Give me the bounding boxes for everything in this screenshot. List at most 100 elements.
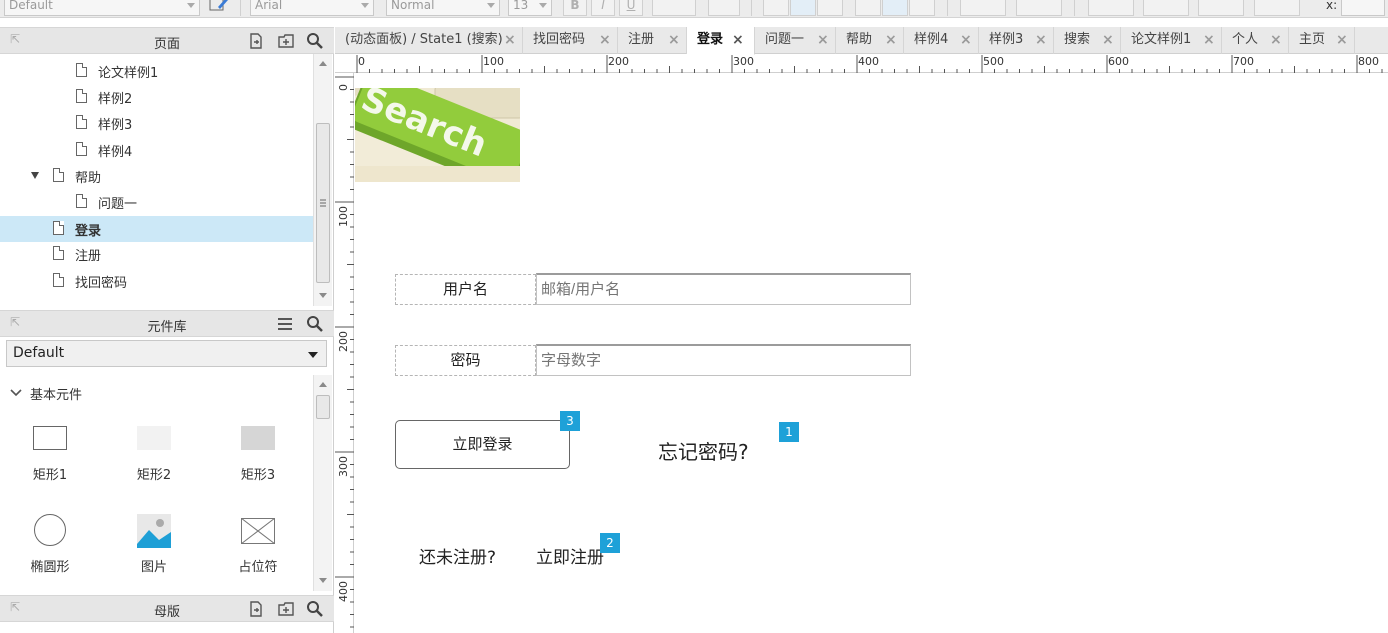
pages-scrollbar[interactable]	[313, 54, 332, 306]
close-icon[interactable]: ×	[817, 27, 829, 53]
align-left-button[interactable]	[763, 0, 789, 16]
add-folder-icon[interactable]	[277, 600, 295, 618]
page-item-paper-sample-1[interactable]: 论文样例1	[0, 58, 313, 84]
register-now-link[interactable]: 立即注册	[536, 543, 604, 568]
close-icon[interactable]: ×	[668, 27, 680, 53]
line-width-button[interactable]	[1143, 0, 1189, 16]
valign-top-button[interactable]	[855, 0, 881, 16]
align-center-button[interactable]	[790, 0, 816, 16]
widget-rectangle-3[interactable]: 矩形3	[218, 426, 298, 486]
search-key-image[interactable]: Search	[355, 88, 520, 182]
arrow-style-button[interactable]	[1254, 0, 1300, 16]
underline-button[interactable]: U	[619, 0, 643, 16]
forgot-password-link[interactable]: 忘记密码?	[658, 436, 749, 465]
font-color-button[interactable]	[652, 0, 696, 16]
tab-dynamic-panel-search[interactable]: (动态面板) / State1 (搜索) ×	[335, 27, 523, 54]
valign-bottom-button[interactable]	[909, 0, 935, 16]
search-icon[interactable]	[306, 600, 324, 618]
close-icon[interactable]: ×	[599, 27, 611, 53]
scroll-up-icon[interactable]	[319, 382, 327, 387]
page-item-sample-4[interactable]: 样例4	[0, 137, 313, 163]
font-weight-select[interactable]: Normal	[386, 0, 500, 16]
library-scrollbar[interactable]	[313, 375, 332, 591]
bold-button[interactable]: B	[563, 0, 587, 16]
tab-label: 注册	[628, 32, 655, 47]
menu-icon[interactable]	[276, 315, 294, 333]
horizontal-ruler[interactable]: 0 100 200 300 400 500 600 700 800	[335, 55, 1388, 73]
tab-find-password[interactable]: 找回密码 ×	[523, 27, 618, 54]
username-input[interactable]	[536, 273, 911, 305]
widget-placeholder[interactable]: 占位符	[218, 514, 298, 575]
list-button[interactable]	[708, 0, 740, 16]
tab-register[interactable]: 注册 ×	[618, 27, 687, 54]
line-style-button[interactable]	[1198, 0, 1244, 16]
widget-ellipse[interactable]: 椭圆形	[10, 514, 90, 575]
tab-sample-4[interactable]: 样例4 ×	[904, 27, 979, 54]
expand-triangle-icon[interactable]	[31, 172, 39, 179]
tab-paper-sample-1[interactable]: 论文样例1 ×	[1121, 27, 1222, 54]
tab-login[interactable]: 登录 ×	[687, 27, 755, 55]
line-color-button[interactable]	[1088, 0, 1134, 16]
fill-color-button[interactable]	[960, 0, 1006, 16]
page-item-login[interactable]: 登录	[0, 216, 313, 242]
add-master-icon[interactable]	[247, 600, 265, 618]
close-icon[interactable]: ×	[732, 27, 744, 53]
rectangle-gray-icon	[241, 426, 275, 450]
scroll-thumb[interactable]	[316, 123, 330, 283]
scroll-down-icon[interactable]	[319, 578, 327, 583]
tab-home[interactable]: 主页 ×	[1289, 27, 1355, 54]
ruler-label: 0	[358, 55, 365, 68]
close-icon[interactable]: ×	[1102, 27, 1114, 53]
page-icon	[53, 273, 64, 287]
page-item-sample-3[interactable]: 样例3	[0, 110, 313, 136]
scroll-up-icon[interactable]	[319, 61, 327, 66]
scroll-thumb[interactable]	[316, 395, 330, 419]
image-icon	[137, 514, 171, 548]
close-icon[interactable]: ×	[885, 27, 897, 53]
x-coordinate-input[interactable]	[1341, 0, 1385, 16]
vertical-ruler[interactable]: 0 100 200 300 400	[335, 73, 354, 633]
password-input[interactable]	[536, 344, 911, 376]
widget-label: 矩形1	[32, 468, 68, 483]
login-button[interactable]: 立即登录	[395, 420, 570, 469]
font-family-select[interactable]: Arial	[250, 0, 374, 16]
widget-rectangle-2[interactable]: 矩形2	[114, 426, 194, 486]
tab-help[interactable]: 帮助 ×	[836, 27, 904, 54]
page-label: 帮助	[75, 171, 102, 186]
widget-rectangle-1[interactable]: 矩形1	[10, 426, 90, 486]
close-icon[interactable]: ×	[1203, 27, 1215, 53]
add-page-icon[interactable]	[247, 32, 265, 50]
username-label: 用户名	[395, 274, 536, 305]
shadow-button[interactable]	[1016, 0, 1062, 16]
font-size-select[interactable]: 13	[508, 0, 552, 16]
page-item-find-password[interactable]: 找回密码	[0, 268, 313, 294]
ruler-label: 500	[983, 55, 1004, 68]
align-right-button[interactable]	[817, 0, 843, 16]
design-canvas[interactable]: Search 用户名 密码 立即登录 3 忘记密码? 1 还未注册? 立即注册 …	[355, 74, 1388, 633]
edit-style-icon[interactable]	[209, 0, 229, 12]
valign-middle-button[interactable]	[882, 0, 908, 16]
library-select[interactable]: Default	[6, 340, 327, 367]
close-icon[interactable]: ×	[1336, 27, 1348, 53]
tab-question-1[interactable]: 问题一 ×	[755, 27, 836, 54]
close-icon[interactable]: ×	[504, 27, 516, 53]
close-icon[interactable]: ×	[1270, 27, 1282, 53]
scroll-down-icon[interactable]	[319, 293, 327, 298]
italic-button[interactable]: I	[591, 0, 615, 16]
close-icon[interactable]: ×	[1035, 27, 1047, 53]
add-folder-icon[interactable]	[277, 32, 295, 50]
interaction-badge-forgot: 1	[779, 422, 799, 442]
close-icon[interactable]: ×	[960, 27, 972, 53]
page-item-question-1[interactable]: 问题一	[0, 189, 313, 215]
page-item-sample-2[interactable]: 样例2	[0, 84, 313, 110]
page-item-help[interactable]: 帮助	[0, 163, 313, 189]
widget-image[interactable]: 图片	[114, 514, 194, 575]
search-icon[interactable]	[306, 315, 324, 333]
tab-search[interactable]: 搜索 ×	[1054, 27, 1121, 54]
tab-personal[interactable]: 个人 ×	[1222, 27, 1289, 54]
page-item-register[interactable]: 注册	[0, 241, 313, 267]
page-icon	[76, 142, 87, 156]
search-icon[interactable]	[306, 32, 324, 50]
style-select[interactable]: Default	[4, 0, 200, 16]
tab-sample-3[interactable]: 样例3 ×	[979, 27, 1054, 54]
